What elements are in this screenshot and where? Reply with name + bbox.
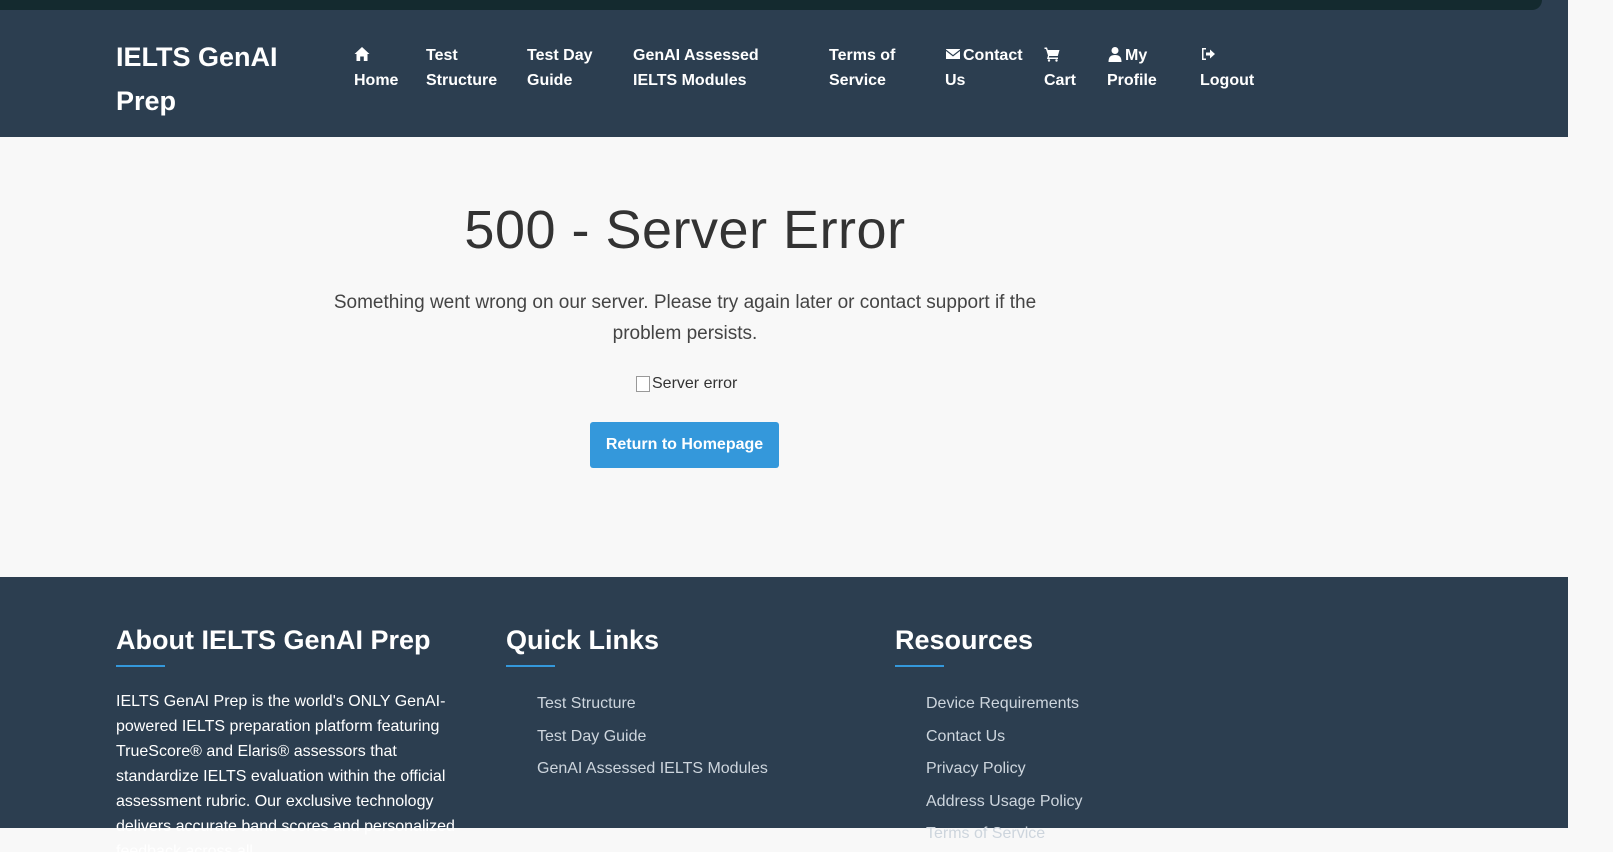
- site-header: IELTS GenAI Prep Home Test Structure Tes…: [0, 16, 1568, 137]
- server-error-image: Server error: [636, 375, 737, 393]
- footer-link-contact-us[interactable]: Contact Us: [926, 721, 1083, 754]
- cart-icon: [1044, 47, 1060, 62]
- nav-cart-label: Cart: [1044, 72, 1077, 89]
- footer-link-test-day-guide[interactable]: Test Day Guide: [537, 721, 768, 754]
- envelope-icon: [946, 49, 960, 59]
- site-footer: About IELTS GenAI Prep IELTS GenAI Prep …: [0, 577, 1568, 852]
- browser-top-strip: [0, 0, 1568, 16]
- nav-test-structure[interactable]: Test Structure: [426, 43, 506, 93]
- error-section: 500 - Server Error Something went wrong …: [0, 137, 1568, 577]
- nav-genai-modules[interactable]: GenAI Assessed IELTS Modules: [633, 43, 803, 93]
- footer-link-test-structure[interactable]: Test Structure: [537, 688, 768, 721]
- footer-resources-heading: Resources: [895, 625, 1034, 655]
- browser-url-bar: [0, 0, 1542, 10]
- footer-link-privacy-policy[interactable]: Privacy Policy: [926, 753, 1083, 786]
- user-icon: [1108, 47, 1122, 62]
- nav-home-label: Home: [354, 72, 399, 89]
- nav-test-day-guide[interactable]: Test Day Guide: [527, 43, 599, 93]
- server-error-image-alt: Server error: [652, 375, 738, 392]
- footer-link-device-requirements[interactable]: Device Requirements: [926, 688, 1083, 721]
- footer-resources: Resources Device Requirements Contact Us…: [895, 621, 1083, 851]
- error-title: 500 - Server Error: [464, 200, 906, 260]
- heading-underline: [506, 665, 555, 667]
- footer-quick-links: Quick Links Test Structure Test Day Guid…: [506, 621, 768, 786]
- footer-link-address-usage-policy[interactable]: Address Usage Policy: [926, 786, 1083, 819]
- footer-about-text: IELTS GenAI Prep is the world's ONLY Gen…: [116, 693, 455, 852]
- footer-about: About IELTS GenAI Prep IELTS GenAI Prep …: [116, 621, 478, 852]
- home-icon: [354, 47, 370, 61]
- nav-terms-of-service[interactable]: Terms of Service: [829, 43, 909, 93]
- heading-underline: [895, 665, 944, 667]
- nav-home[interactable]: Home: [354, 43, 398, 93]
- footer-link-genai-modules[interactable]: GenAI Assessed IELTS Modules: [537, 753, 768, 786]
- footer-about-heading: About IELTS GenAI Prep: [116, 625, 431, 655]
- error-message: Something went wrong on our server. Plea…: [333, 292, 1037, 344]
- nav-logout-label: Logout: [1200, 72, 1255, 89]
- nav-cart[interactable]: Cart: [1044, 43, 1076, 93]
- footer-quick-links-heading: Quick Links: [506, 625, 660, 655]
- site-brand[interactable]: IELTS GenAI Prep: [116, 35, 316, 123]
- return-home-button[interactable]: Return to Homepage: [590, 422, 779, 468]
- nav-contact-us[interactable]: Contact Us: [945, 43, 1027, 93]
- logout-icon: [1202, 48, 1215, 60]
- nav-logout[interactable]: Logout: [1200, 43, 1254, 93]
- nav-my-profile[interactable]: My Profile: [1107, 43, 1167, 93]
- footer-link-terms-of-service[interactable]: Terms of Service: [926, 818, 1083, 851]
- heading-underline: [116, 665, 165, 667]
- broken-image-icon: [636, 376, 650, 392]
